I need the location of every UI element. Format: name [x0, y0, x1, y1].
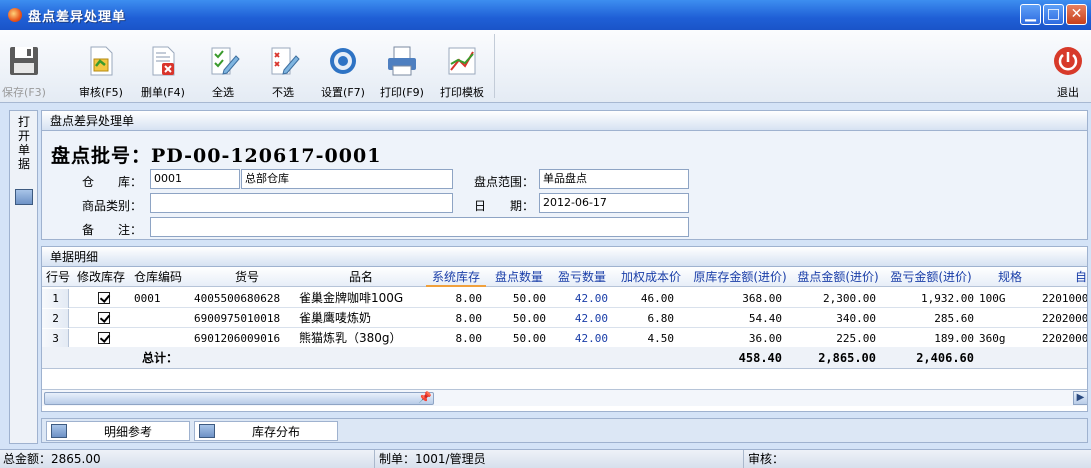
col-spec[interactable]: 规格: [978, 267, 1042, 287]
delete-doc-icon: [152, 46, 175, 76]
minimize-button[interactable]: ▁: [1020, 4, 1041, 25]
col-diff-amount[interactable]: 盈亏金额(进价): [884, 267, 978, 287]
remark-label: 备 注：: [82, 223, 143, 237]
bottom-tab-bar: 明细参考 库存分布: [41, 418, 1088, 443]
col-modify-stock[interactable]: 修改库存: [74, 267, 128, 287]
tab-stock-distribution[interactable]: 库存分布: [194, 421, 338, 441]
delete-button[interactable]: 删单(F4): [136, 30, 190, 103]
remark-field[interactable]: [150, 217, 689, 237]
open-documents-label: 打开单据: [17, 115, 30, 171]
warehouse-code-field[interactable]: 0001: [150, 169, 240, 189]
document-icon: [199, 424, 215, 438]
total-orig-amount: 458.40: [738, 351, 782, 365]
gear-icon: [330, 48, 356, 74]
print-template-icon: [448, 47, 476, 75]
modify-stock-checkbox[interactable]: [98, 332, 110, 344]
status-auditor: 审核：: [748, 452, 785, 466]
doc-number: 盘点批号：PD-00-120617-0001: [51, 145, 382, 167]
modify-stock-checkbox[interactable]: [98, 292, 110, 304]
open-documents-tab[interactable]: 打开单据: [9, 110, 38, 444]
audit-button[interactable]: 审核(F5): [76, 30, 126, 103]
save-button[interactable]: 保存(F3): [2, 30, 46, 103]
table-row[interactable]: 1 0001 4005500680628 雀巢金牌咖啡100G 8.00 50.…: [42, 289, 1087, 308]
exit-button[interactable]: 退出: [1049, 30, 1087, 103]
close-icon: ✕: [1070, 6, 1083, 22]
save-icon: [10, 47, 38, 75]
table-row[interactable]: 3 6901206009016 熊猫炼乳（380g） 8.00 50.00 42…: [42, 329, 1087, 348]
scope-field[interactable]: 单品盘点: [539, 169, 689, 189]
power-icon: [1054, 47, 1082, 75]
col-row-no[interactable]: 行号: [42, 267, 74, 287]
settings-button[interactable]: 设置(F7): [314, 30, 372, 103]
modify-stock-checkbox[interactable]: [98, 312, 110, 324]
col-item-code[interactable]: 货号: [192, 267, 302, 287]
grid-title: 单据明细: [42, 247, 1087, 267]
category-label: 商品类别：: [82, 199, 143, 213]
audit-doc-icon: [90, 46, 113, 76]
select-all-icon: [211, 47, 240, 75]
status-bar: 总金额：2865.00 制单：1001/管理员 审核：: [0, 449, 1091, 468]
toolbar: 保存(F3) 审核(F5) 删单(F4) 全选 不选 设置(F7) 打印(F9)…: [0, 30, 1091, 103]
col-orig-amount[interactable]: 原库存金额(进价): [688, 267, 792, 287]
table-row[interactable]: 2 6900975010018 雀巢鹰唛炼奶 8.00 50.00 42.00 …: [42, 309, 1087, 328]
deselect-icon: [271, 47, 300, 75]
total-label: 总计：: [142, 351, 179, 365]
col-item-name[interactable]: 品名: [297, 267, 425, 287]
date-label: 日 期：: [474, 199, 535, 213]
window-title: 盘点差异处理单: [28, 9, 127, 25]
col-extra[interactable]: 自: [1042, 267, 1087, 287]
app-logo-icon: [8, 8, 22, 22]
grid-header: 行号 修改库存 仓库编码 货号 品名 系统库存 盘点数量 盈亏数量 加权成本价 …: [42, 267, 1087, 287]
scope-label: 盘点范围：: [474, 175, 535, 189]
select-all-button[interactable]: 全选: [204, 30, 242, 103]
col-weighted-cost[interactable]: 加权成本价: [614, 267, 688, 287]
category-field[interactable]: [150, 193, 453, 213]
printer-icon: [388, 46, 416, 76]
col-system-stock[interactable]: 系统库存: [426, 267, 486, 287]
deselect-button[interactable]: 不选: [264, 30, 302, 103]
close-button[interactable]: ✕: [1066, 4, 1087, 25]
status-maker: 制单：1001/管理员: [376, 450, 744, 468]
scroll-right-arrow-icon[interactable]: ▶: [1073, 391, 1087, 405]
minimize-icon: ▁: [1025, 6, 1036, 22]
print-button[interactable]: 打印(F9): [374, 30, 430, 103]
total-diff-amount: 2,406.60: [916, 351, 974, 365]
document-icon: [51, 424, 67, 438]
tab-detail-reference[interactable]: 明细参考: [46, 421, 190, 441]
maximize-icon: □: [1046, 6, 1061, 22]
scrollbar-thumb[interactable]: [44, 392, 434, 405]
title-bar: 盘点差异处理单 ▁ □ ✕: [0, 0, 1091, 30]
col-diff-qty[interactable]: 盈亏数量: [550, 267, 614, 287]
total-count-amount: 2,865.00: [818, 351, 876, 365]
document-icon: [15, 189, 33, 205]
total-row: 总计： 458.40 2,865.00 2,406.60: [42, 347, 1087, 369]
toolbar-separator: [494, 34, 495, 98]
col-warehouse-code[interactable]: 仓库编码: [130, 267, 186, 287]
col-count-amount[interactable]: 盘点金额(进价): [792, 267, 884, 287]
warehouse-name-field[interactable]: 总部仓库: [241, 169, 453, 189]
horizontal-scrollbar[interactable]: 📌 ▶: [42, 389, 1087, 406]
print-template-button[interactable]: 打印模板: [434, 30, 490, 103]
panel-title: 盘点差异处理单: [42, 111, 1087, 131]
pin-icon[interactable]: 📌: [418, 390, 432, 406]
warehouse-label: 仓 库：: [82, 175, 143, 189]
detail-grid-panel: 单据明细 行号 修改库存 仓库编码 货号 品名 系统库存 盘点数量 盈亏数量 加…: [41, 246, 1088, 412]
document-header-panel: 盘点差异处理单 盘点批号：PD-00-120617-0001 仓 库： 0001…: [41, 110, 1088, 240]
status-total: 总金额：2865.00: [0, 450, 375, 468]
col-count-qty[interactable]: 盘点数量: [488, 267, 550, 287]
date-field[interactable]: 2012-06-17: [539, 193, 689, 213]
maximize-button[interactable]: □: [1043, 4, 1064, 25]
window-controls: ▁ □ ✕: [1020, 4, 1087, 25]
